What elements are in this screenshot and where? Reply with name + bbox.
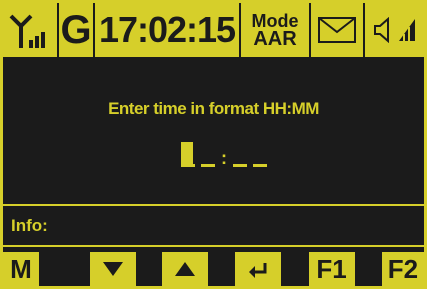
mode-indicator: Mode AAR: [241, 3, 311, 57]
hour-digit-2: [201, 164, 215, 167]
up-button[interactable]: [161, 252, 208, 286]
network-type: G: [59, 3, 95, 57]
mode-value: AAR: [253, 28, 297, 50]
main-panel: Enter time in format HH:MM :: [3, 57, 424, 206]
antenna-signal-icon: [9, 14, 45, 48]
text-cursor: [181, 142, 193, 164]
arrow-down-icon: [103, 262, 124, 276]
down-button[interactable]: [90, 252, 137, 286]
back-button[interactable]: [235, 252, 282, 286]
signal-cell: [3, 3, 59, 57]
clock: 17:02:15: [95, 3, 241, 57]
speaker-icon: [373, 17, 389, 43]
device-screen: G 17:02:15 Mode AAR Enter time in format…: [0, 0, 427, 289]
menu-button[interactable]: M: [3, 252, 39, 286]
time-separator: :: [221, 148, 227, 168]
info-bar: Info:: [3, 206, 424, 247]
volume-cell: [365, 3, 424, 57]
time-entry-field[interactable]: :: [181, 139, 273, 169]
time-format-prompt: Enter time in format HH:MM: [108, 99, 319, 118]
arrow-up-icon: [174, 262, 195, 276]
minute-digit-2: [253, 164, 267, 167]
message-cell: [311, 3, 365, 57]
f1-button[interactable]: F1: [308, 252, 355, 286]
info-label: Info:: [11, 215, 48, 235]
softkey-bar: M F1 F2: [3, 247, 424, 286]
volume-level-icon: [398, 19, 415, 41]
f2-button[interactable]: F2: [381, 252, 424, 286]
return-arrow-icon: [249, 263, 267, 278]
minute-digit-1: [233, 164, 247, 167]
envelope-icon: [318, 17, 356, 43]
status-bar: G 17:02:15 Mode AAR: [3, 3, 424, 57]
hour-digit-1: [181, 164, 195, 167]
